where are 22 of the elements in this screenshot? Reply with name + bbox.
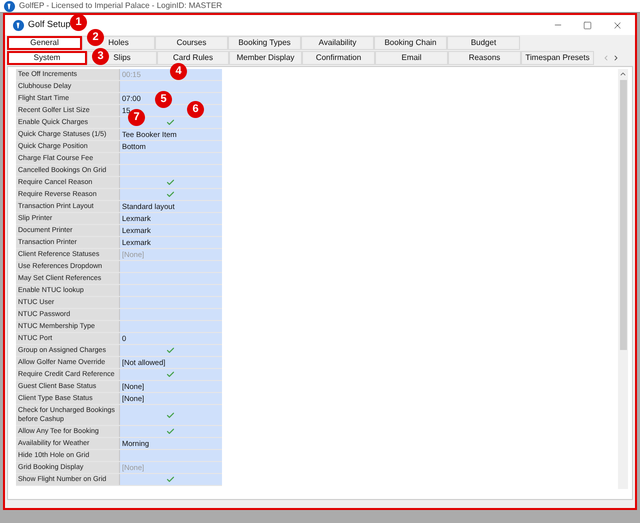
tab[interactable]: Member Display — [229, 51, 302, 65]
tab[interactable]: Courses — [155, 36, 228, 50]
tab[interactable]: Booking Types — [228, 36, 301, 50]
tab[interactable]: Booking Chain — [374, 36, 447, 50]
maximize-icon[interactable] — [583, 20, 592, 30]
tab[interactable]: Availability — [301, 36, 374, 50]
tab[interactable]: Reasons — [448, 51, 521, 65]
window-title: Golf Setup — [28, 18, 71, 32]
scroll-up-icon[interactable] — [619, 70, 627, 78]
app-title: GolfEP - Licensed to Imperial Palace - LoginID: MASTER — [19, 0, 222, 12]
tab[interactable]: Timespan Presets — [521, 51, 594, 65]
scrollbar-thumb[interactable] — [620, 80, 626, 350]
tab[interactable]: System — [7, 51, 87, 65]
tab[interactable]: Confirmation — [302, 51, 375, 65]
scrollbar[interactable] — [618, 69, 628, 489]
tab[interactable]: Card Rules — [157, 51, 229, 65]
tab[interactable]: General — [7, 36, 82, 50]
tab[interactable]: Budget — [447, 36, 520, 50]
close-icon[interactable] — [612, 20, 623, 30]
logo-icon — [13, 20, 24, 30]
tab[interactable]: Email — [375, 51, 448, 65]
scroll-right-icon[interactable] — [612, 54, 620, 62]
